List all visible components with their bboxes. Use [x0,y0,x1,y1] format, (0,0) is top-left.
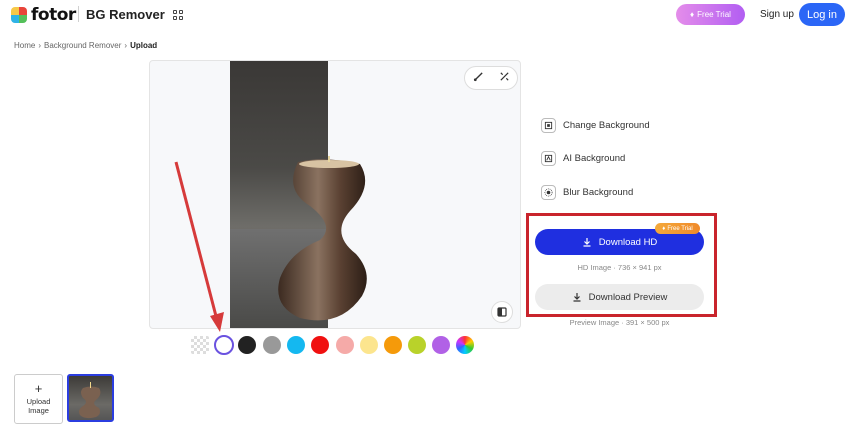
swatch-white-selected[interactable] [214,335,234,355]
top-bar: fotor BG Remover ♦ Free Trial Sign up Lo… [0,0,850,30]
breadcrumb-home[interactable]: Home [14,41,35,50]
swatch-red[interactable] [311,336,329,354]
swatch-pink[interactable] [336,336,354,354]
swatch-gray[interactable] [263,336,281,354]
divider [78,6,79,22]
apps-grid-icon[interactable] [173,10,183,20]
red-arrow-annotation [174,161,224,332]
download-icon [583,238,591,247]
sign-up-link[interactable]: Sign up [760,9,794,20]
thumbnail-vase [79,382,101,419]
compare-icon [497,307,507,317]
log-in-button[interactable]: Log in [799,3,845,26]
diamond-icon: ♦ [662,225,666,232]
free-trial-label: Free Trial [697,10,731,19]
swatch-orange[interactable] [384,336,402,354]
swatch-lime[interactable] [408,336,426,354]
blur-background-label: Blur Background [563,187,634,198]
chevron-right-icon: › [38,41,42,50]
upload-label-line-1: Upload [26,397,51,406]
free-trial-button[interactable]: ♦ Free Trial [676,4,745,25]
download-hd-label: Download HD [598,236,658,248]
swatch-cyan[interactable] [287,336,305,354]
download-preview-button[interactable]: Download Preview [535,284,704,310]
swatch-black[interactable] [238,336,256,354]
product-name: BG Remover [86,7,165,22]
logo-text: fotor [31,5,76,25]
download-icon [573,293,581,302]
ai-background-label: AI Background [563,153,626,164]
upload-label-line-2: Image [28,406,49,415]
plus-icon: + [34,381,43,396]
canvas-tools [464,66,518,90]
swatch-transparent[interactable] [191,336,209,354]
breadcrumb-background-remover[interactable]: Background Remover [44,41,121,50]
swatch-custom-color-picker[interactable] [456,336,474,354]
breadcrumb-upload: Upload [130,41,158,50]
free-trial-badge-label: Free Trial [667,225,693,232]
ai-background-option[interactable]: AI Background [541,151,625,166]
upload-image-button[interactable]: + Upload Image [14,374,63,424]
download-preview-label: Download Preview [588,291,668,303]
brush-icon[interactable] [473,69,484,87]
change-background-icon [541,118,556,133]
chevron-right-icon: › [124,41,128,50]
hd-image-info: HD Image · 736 × 941 px [577,263,662,272]
change-background-label: Change Background [563,120,650,131]
blur-background-option[interactable]: Blur Background [541,185,633,200]
swatch-yellow[interactable] [360,336,378,354]
fotor-logo-mark [11,7,27,23]
free-trial-badge: ♦ Free Trial [655,223,700,234]
preview-image-info: Preview Image · 391 × 500 px [569,318,670,327]
change-background-option[interactable]: Change Background [541,118,650,133]
magic-eraser-icon[interactable] [499,69,510,87]
diamond-icon: ♦ [690,10,695,19]
blur-background-icon [541,185,556,200]
breadcrumb: Home › Background Remover › Upload [14,41,157,50]
candle-vase-image [278,156,367,321]
compare-button[interactable] [491,301,513,323]
ai-background-icon [541,151,556,166]
image-thumbnail[interactable] [67,374,114,422]
fotor-logo[interactable]: fotor [11,5,76,25]
swatch-purple[interactable] [432,336,450,354]
